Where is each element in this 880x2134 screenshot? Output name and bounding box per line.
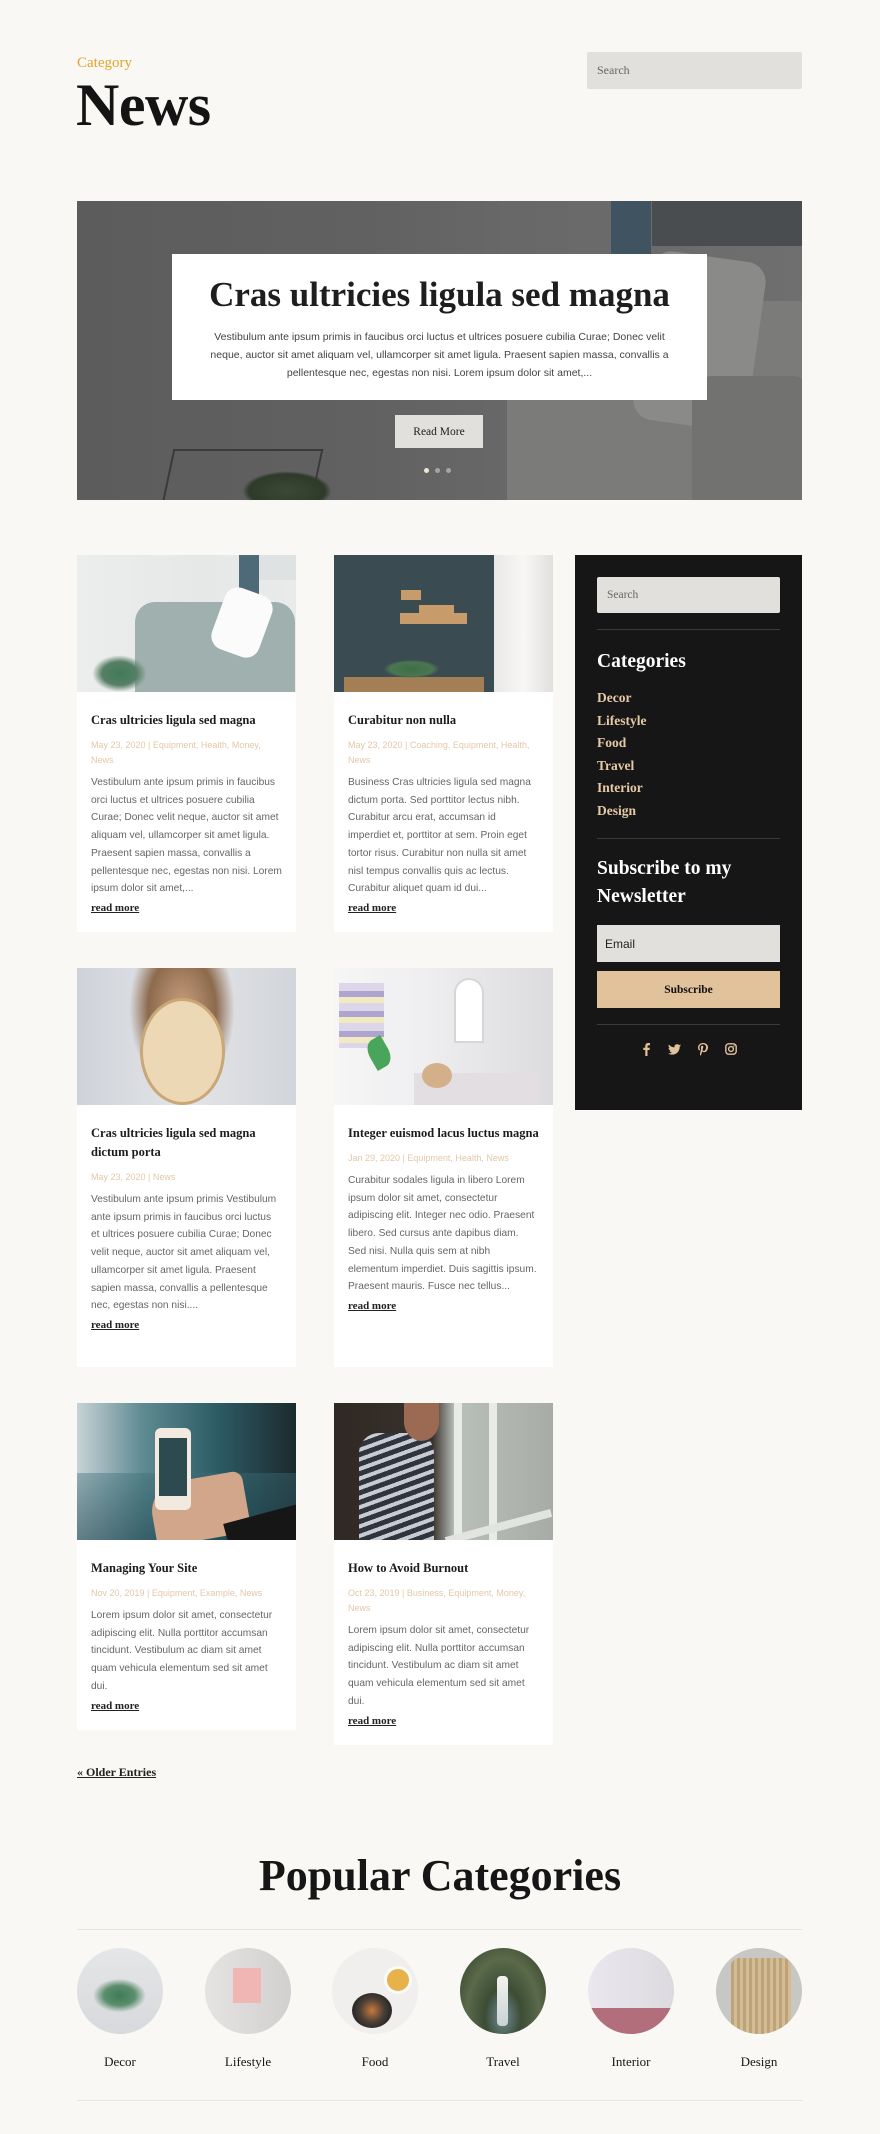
instagram-icon[interactable] — [724, 1042, 738, 1056]
hero-slider: Cras ultricies ligula sed magna Vestibul… — [77, 201, 802, 500]
slider-pagination — [424, 468, 451, 473]
email-field[interactable] — [597, 925, 780, 962]
post-card: Cras ultricies ligula sed magna May 23, … — [77, 555, 296, 932]
category-image — [205, 1948, 291, 2034]
hero-caption: Cras ultricies ligula sed magna Vestibul… — [172, 254, 707, 400]
categories-heading: Categories — [597, 651, 686, 672]
read-more-link[interactable]: read more — [348, 1715, 396, 1727]
hero-title: Cras ultricies ligula sed magna — [209, 275, 670, 314]
facebook-icon[interactable] — [640, 1042, 654, 1056]
read-more-link[interactable]: read more — [348, 902, 396, 914]
popular-category-interior[interactable]: Interior — [588, 1948, 674, 2070]
read-more-link[interactable]: read more — [91, 1700, 139, 1712]
read-more-link[interactable]: read more — [348, 1300, 396, 1312]
post-title[interactable]: How to Avoid Burnout — [348, 1559, 539, 1578]
slider-dot-1[interactable] — [424, 468, 429, 473]
post-meta: May 23, 2020 | Equipment, Health, Money,… — [91, 740, 261, 765]
category-link-travel[interactable]: Travel — [597, 755, 780, 778]
slider-dot-3[interactable] — [446, 468, 451, 473]
category-label: Decor — [104, 2054, 136, 2069]
category-label: Lifestyle — [224, 2054, 272, 2069]
post-thumbnail[interactable] — [334, 555, 553, 692]
post-excerpt: Business Cras ultricies ligula sed magna… — [348, 777, 531, 895]
post-meta: May 23, 2020 | Coaching, Equipment, Heal… — [348, 740, 530, 765]
post-excerpt: Curabitur sodales ligula in libero Lorem… — [348, 1175, 537, 1293]
newsletter-heading: Subscribe to my Newsletter — [597, 858, 732, 907]
category-link-decor[interactable]: Decor — [597, 687, 780, 710]
divider — [597, 629, 780, 630]
post-excerpt: Lorem ipsum dolor sit amet, consectetur … — [91, 1610, 273, 1692]
read-more-link[interactable]: read more — [91, 1319, 139, 1331]
post-thumbnail[interactable] — [334, 968, 553, 1105]
category-link-food[interactable]: Food — [597, 732, 780, 755]
post-meta: Nov 20, 2019 | Equipment, Example, News — [91, 1588, 263, 1598]
category-image — [460, 1948, 546, 2034]
popular-category-design[interactable]: Design — [716, 1948, 802, 2070]
category-link-interior[interactable]: Interior — [597, 777, 780, 800]
popular-category-travel[interactable]: Travel — [460, 1948, 546, 2070]
post-card: Managing Your Site Nov 20, 2019 | Equipm… — [77, 1403, 296, 1730]
sidebar-search-input[interactable] — [597, 577, 780, 613]
hero-image-detail — [652, 201, 802, 246]
post-thumbnail[interactable] — [77, 968, 296, 1105]
post-meta: May 23, 2020 | News — [91, 1172, 176, 1182]
post-card: Cras ultricies ligula sed magna dictum p… — [77, 968, 296, 1367]
older-entries-link[interactable]: « Older Entries — [77, 1765, 156, 1780]
post-meta: Oct 23, 2019 | Business, Equipment, Mone… — [348, 1588, 526, 1613]
popular-category-lifestyle[interactable]: Lifestyle — [205, 1948, 291, 2070]
hero-image-armrest — [692, 376, 802, 500]
category-list: Decor Lifestyle Food Travel Interior Des… — [597, 687, 780, 822]
header-search-input[interactable] — [587, 52, 802, 89]
post-thumbnail[interactable] — [334, 1403, 553, 1540]
category-image — [716, 1948, 802, 2034]
category-image — [588, 1948, 674, 2034]
twitter-icon[interactable] — [668, 1042, 682, 1056]
category-eyebrow: Category — [77, 55, 132, 71]
post-meta: Jan 29, 2020 | Equipment, Health, News — [348, 1153, 509, 1163]
hero-excerpt: Vestibulum ante ipsum primis in faucibus… — [210, 331, 669, 379]
category-image — [332, 1948, 418, 2034]
sidebar: Categories Decor Lifestyle Food Travel I… — [575, 555, 802, 1110]
pinterest-icon[interactable] — [696, 1042, 710, 1056]
read-more-link[interactable]: read more — [91, 902, 139, 914]
category-label: Design — [740, 2054, 778, 2069]
divider — [77, 2100, 802, 2101]
post-thumbnail[interactable] — [77, 555, 296, 692]
post-title[interactable]: Managing Your Site — [91, 1559, 282, 1578]
category-label: Interior — [611, 2054, 651, 2069]
category-label: Food — [361, 2054, 389, 2069]
page-title: News — [76, 72, 211, 138]
category-label: Travel — [486, 2054, 520, 2069]
divider — [597, 838, 780, 839]
slider-dot-2[interactable] — [435, 468, 440, 473]
category-link-lifestyle[interactable]: Lifestyle — [597, 710, 780, 733]
post-thumbnail[interactable] — [77, 1403, 296, 1540]
divider — [597, 1024, 780, 1025]
divider — [77, 1929, 802, 1930]
social-links — [597, 1042, 780, 1056]
category-link-design[interactable]: Design — [597, 800, 780, 823]
post-title[interactable]: Cras ultricies ligula sed magna dictum p… — [91, 1124, 282, 1162]
post-excerpt: Vestibulum ante ipsum primis Vestibulum … — [91, 1194, 277, 1312]
post-excerpt: Vestibulum ante ipsum primis in faucibus… — [91, 777, 282, 895]
subscribe-button[interactable]: Subscribe — [597, 971, 780, 1008]
post-card: Curabitur non nulla May 23, 2020 | Coach… — [334, 555, 553, 932]
post-title[interactable]: Integer euismod lacus luctus magna — [348, 1124, 539, 1143]
popular-category-food[interactable]: Food — [332, 1948, 418, 2070]
post-excerpt: Lorem ipsum dolor sit amet, consectetur … — [348, 1625, 530, 1707]
hero-image-plant — [242, 471, 332, 500]
post-card: How to Avoid Burnout Oct 23, 2019 | Busi… — [334, 1403, 553, 1745]
popular-categories-heading: Popular Categories — [258, 1851, 622, 1900]
category-image — [77, 1948, 163, 2034]
popular-category-decor[interactable]: Decor — [77, 1948, 163, 2070]
read-more-button[interactable]: Read More — [395, 415, 483, 448]
post-card: Integer euismod lacus luctus magna Jan 2… — [334, 968, 553, 1367]
post-title[interactable]: Curabitur non nulla — [348, 711, 539, 730]
post-title[interactable]: Cras ultricies ligula sed magna — [91, 711, 282, 730]
